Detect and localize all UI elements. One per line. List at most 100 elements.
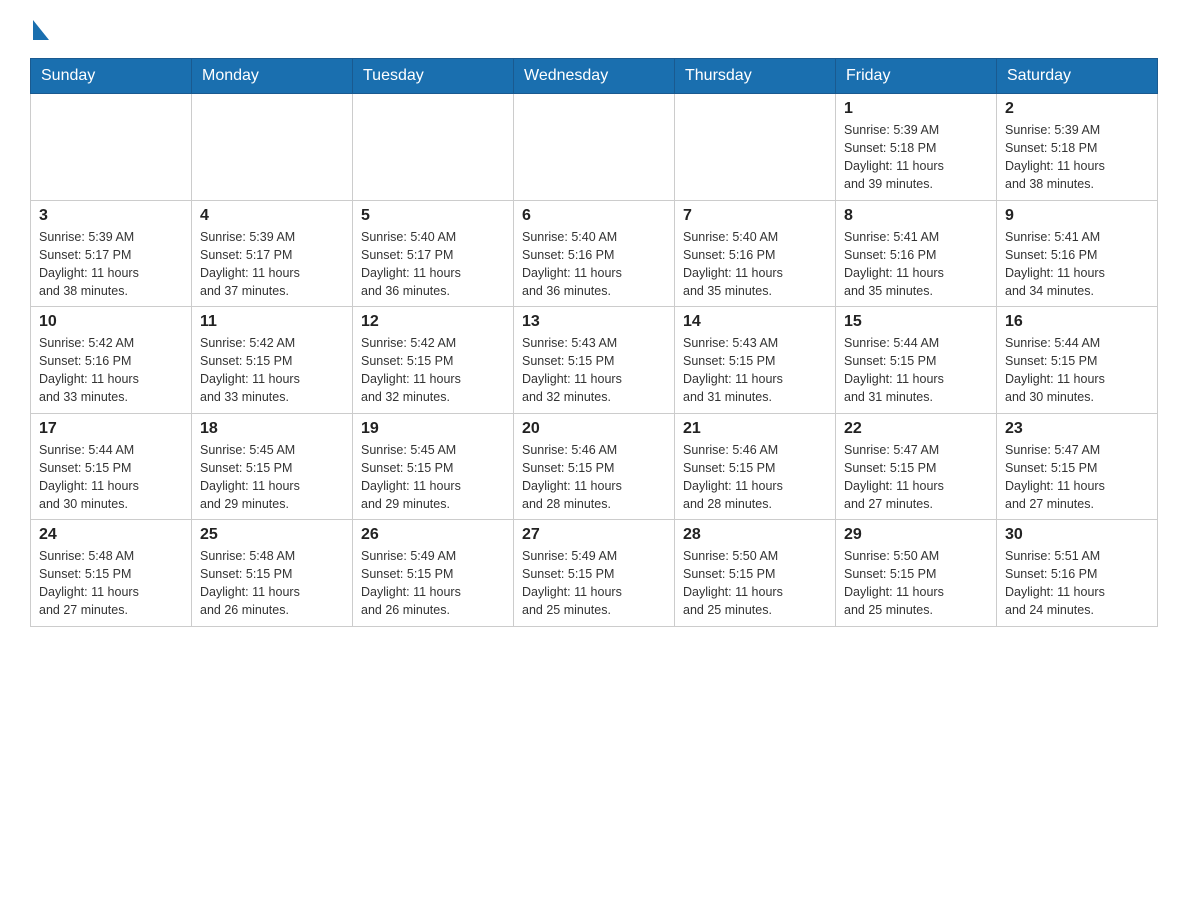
calendar-cell-w5-d2: 25 Sunrise: 5:48 AMSunset: 5:15 PMDayligh… <box>192 520 353 627</box>
day-number: 5 <box>361 207 505 225</box>
calendar-cell-w1-d7: 2Sunrise: 5:39 AMSunset: 5:18 PMDaylight… <box>997 94 1158 201</box>
day-number: 23 <box>1005 420 1149 438</box>
day-number: 13 <box>522 313 666 331</box>
day-info: Sunrise: 5:41 AMSunset: 5:16 PMDaylight:… <box>1005 228 1149 301</box>
day-info: Sunrise: 5:42 AMSunset: 5:16 PMDaylight:… <box>39 334 183 407</box>
day-number: 16 <box>1005 313 1149 331</box>
day-info: Sunrise: 5:49 AMSunset: 5:15 PMDaylight:… <box>361 547 505 620</box>
day-info: Sunrise: 5:42 AMSunset: 5:15 PMDaylight:… <box>200 334 344 407</box>
calendar-cell-w5-d3: 26 Sunrise: 5:49 AMSunset: 5:15 PMDayligh… <box>353 520 514 627</box>
header-wednesday: Wednesday <box>514 59 675 94</box>
day-number: 6 <box>522 207 666 225</box>
logo-triangle-icon <box>33 20 49 40</box>
day-info: Sunrise: 5:40 AMSunset: 5:17 PMDaylight:… <box>361 228 505 301</box>
page-header <box>30 20 1158 38</box>
week-row-4: 17 Sunrise: 5:44 AMSunset: 5:15 PMDayligh… <box>31 413 1158 520</box>
calendar-cell-w1-d4 <box>514 94 675 201</box>
header-thursday: Thursday <box>675 59 836 94</box>
calendar-cell-w4-d2: 18 Sunrise: 5:45 AMSunset: 5:15 PMDayligh… <box>192 413 353 520</box>
day-number: 8 <box>844 207 988 225</box>
week-row-5: 24 Sunrise: 5:48 AMSunset: 5:15 PMDayligh… <box>31 520 1158 627</box>
day-number: 12 <box>361 313 505 331</box>
calendar-cell-w3-d5: 14 Sunrise: 5:43 AMSunset: 5:15 PMDayligh… <box>675 307 836 414</box>
calendar-cell-w1-d2 <box>192 94 353 201</box>
calendar-cell-w2-d4: 6 Sunrise: 5:40 AMSunset: 5:16 PMDaylight… <box>514 200 675 307</box>
calendar-cell-w1-d6: 1Sunrise: 5:39 AMSunset: 5:18 PMDaylight… <box>836 94 997 201</box>
calendar-cell-w1-d3 <box>353 94 514 201</box>
day-info: Sunrise: 5:43 AMSunset: 5:15 PMDaylight:… <box>522 334 666 407</box>
day-number: 25 <box>200 526 344 544</box>
calendar-cell-w1-d1 <box>31 94 192 201</box>
calendar-cell-w2-d6: 8 Sunrise: 5:41 AMSunset: 5:16 PMDaylight… <box>836 200 997 307</box>
day-number: 14 <box>683 313 827 331</box>
calendar-cell-w3-d4: 13 Sunrise: 5:43 AMSunset: 5:15 PMDayligh… <box>514 307 675 414</box>
calendar-cell-w5-d5: 28 Sunrise: 5:50 AMSunset: 5:15 PMDayligh… <box>675 520 836 627</box>
calendar-cell-w3-d7: 16 Sunrise: 5:44 AMSunset: 5:15 PMDayligh… <box>997 307 1158 414</box>
calendar-cell-w4-d3: 19 Sunrise: 5:45 AMSunset: 5:15 PMDayligh… <box>353 413 514 520</box>
day-number: 15 <box>844 313 988 331</box>
header-sunday: Sunday <box>31 59 192 94</box>
day-info: Sunrise: 5:46 AMSunset: 5:15 PMDaylight:… <box>683 441 827 514</box>
day-number: 26 <box>361 526 505 544</box>
day-info: Sunrise: 5:46 AMSunset: 5:15 PMDaylight:… <box>522 441 666 514</box>
calendar-cell-w5-d4: 27 Sunrise: 5:49 AMSunset: 5:15 PMDayligh… <box>514 520 675 627</box>
calendar-cell-w4-d5: 21 Sunrise: 5:46 AMSunset: 5:15 PMDayligh… <box>675 413 836 520</box>
calendar-cell-w4-d1: 17 Sunrise: 5:44 AMSunset: 5:15 PMDayligh… <box>31 413 192 520</box>
calendar-cell-w2-d3: 5 Sunrise: 5:40 AMSunset: 5:17 PMDaylight… <box>353 200 514 307</box>
day-info: Sunrise: 5:44 AMSunset: 5:15 PMDaylight:… <box>39 441 183 514</box>
day-info: Sunrise: 5:42 AMSunset: 5:15 PMDaylight:… <box>361 334 505 407</box>
day-info: Sunrise: 5:41 AMSunset: 5:16 PMDaylight:… <box>844 228 988 301</box>
day-number: 7 <box>683 207 827 225</box>
day-number: 20 <box>522 420 666 438</box>
calendar-table: Sunday Monday Tuesday Wednesday Thursday… <box>30 58 1158 627</box>
day-info: Sunrise: 5:44 AMSunset: 5:15 PMDaylight:… <box>1005 334 1149 407</box>
day-info: Sunrise: 5:40 AMSunset: 5:16 PMDaylight:… <box>683 228 827 301</box>
day-number: 19 <box>361 420 505 438</box>
day-info: Sunrise: 5:47 AMSunset: 5:15 PMDaylight:… <box>1005 441 1149 514</box>
day-number: 27 <box>522 526 666 544</box>
day-number: 18 <box>200 420 344 438</box>
day-number: 21 <box>683 420 827 438</box>
day-info: Sunrise: 5:48 AMSunset: 5:15 PMDaylight:… <box>200 547 344 620</box>
day-info: Sunrise: 5:48 AMSunset: 5:15 PMDaylight:… <box>39 547 183 620</box>
day-info: Sunrise: 5:39 AMSunset: 5:18 PMDaylight:… <box>1005 121 1149 194</box>
calendar-cell-w4-d7: 23 Sunrise: 5:47 AMSunset: 5:15 PMDayligh… <box>997 413 1158 520</box>
day-number: 28 <box>683 526 827 544</box>
header-saturday: Saturday <box>997 59 1158 94</box>
day-info: Sunrise: 5:49 AMSunset: 5:15 PMDaylight:… <box>522 547 666 620</box>
calendar-cell-w3-d1: 10 Sunrise: 5:42 AMSunset: 5:16 PMDayligh… <box>31 307 192 414</box>
header-friday: Friday <box>836 59 997 94</box>
day-info: Sunrise: 5:44 AMSunset: 5:15 PMDaylight:… <box>844 334 988 407</box>
day-info: Sunrise: 5:45 AMSunset: 5:15 PMDaylight:… <box>361 441 505 514</box>
calendar-cell-w3-d3: 12 Sunrise: 5:42 AMSunset: 5:15 PMDayligh… <box>353 307 514 414</box>
day-number: 10 <box>39 313 183 331</box>
week-row-3: 10 Sunrise: 5:42 AMSunset: 5:16 PMDayligh… <box>31 307 1158 414</box>
day-number: 17 <box>39 420 183 438</box>
calendar-cell-w2-d5: 7 Sunrise: 5:40 AMSunset: 5:16 PMDaylight… <box>675 200 836 307</box>
calendar-cell-w1-d5 <box>675 94 836 201</box>
day-number: 30 <box>1005 526 1149 544</box>
day-number: 22 <box>844 420 988 438</box>
day-number: 11 <box>200 313 344 331</box>
calendar-cell-w5-d7: 30 Sunrise: 5:51 AMSunset: 5:16 PMDayligh… <box>997 520 1158 627</box>
logo <box>30 20 49 38</box>
day-number: 4 <box>200 207 344 225</box>
calendar-cell-w5-d6: 29Sunrise: 5:50 AMSunset: 5:15 PMDayligh… <box>836 520 997 627</box>
calendar-cell-w2-d7: 9Sunrise: 5:41 AMSunset: 5:16 PMDaylight… <box>997 200 1158 307</box>
day-info: Sunrise: 5:50 AMSunset: 5:15 PMDaylight:… <box>844 547 988 620</box>
week-row-2: 3Sunrise: 5:39 AMSunset: 5:17 PMDaylight… <box>31 200 1158 307</box>
calendar-cell-w5-d1: 24 Sunrise: 5:48 AMSunset: 5:15 PMDayligh… <box>31 520 192 627</box>
day-info: Sunrise: 5:39 AMSunset: 5:18 PMDaylight:… <box>844 121 988 194</box>
week-row-1: 1Sunrise: 5:39 AMSunset: 5:18 PMDaylight… <box>31 94 1158 201</box>
day-info: Sunrise: 5:50 AMSunset: 5:15 PMDaylight:… <box>683 547 827 620</box>
day-info: Sunrise: 5:43 AMSunset: 5:15 PMDaylight:… <box>683 334 827 407</box>
day-info: Sunrise: 5:40 AMSunset: 5:16 PMDaylight:… <box>522 228 666 301</box>
calendar-cell-w4-d6: 22 Sunrise: 5:47 AMSunset: 5:15 PMDayligh… <box>836 413 997 520</box>
day-number: 24 <box>39 526 183 544</box>
day-info: Sunrise: 5:45 AMSunset: 5:15 PMDaylight:… <box>200 441 344 514</box>
calendar-cell-w2-d1: 3Sunrise: 5:39 AMSunset: 5:17 PMDaylight… <box>31 200 192 307</box>
day-info: Sunrise: 5:47 AMSunset: 5:15 PMDaylight:… <box>844 441 988 514</box>
calendar-cell-w2-d2: 4Sunrise: 5:39 AMSunset: 5:17 PMDaylight… <box>192 200 353 307</box>
day-info: Sunrise: 5:51 AMSunset: 5:16 PMDaylight:… <box>1005 547 1149 620</box>
day-number: 3 <box>39 207 183 225</box>
